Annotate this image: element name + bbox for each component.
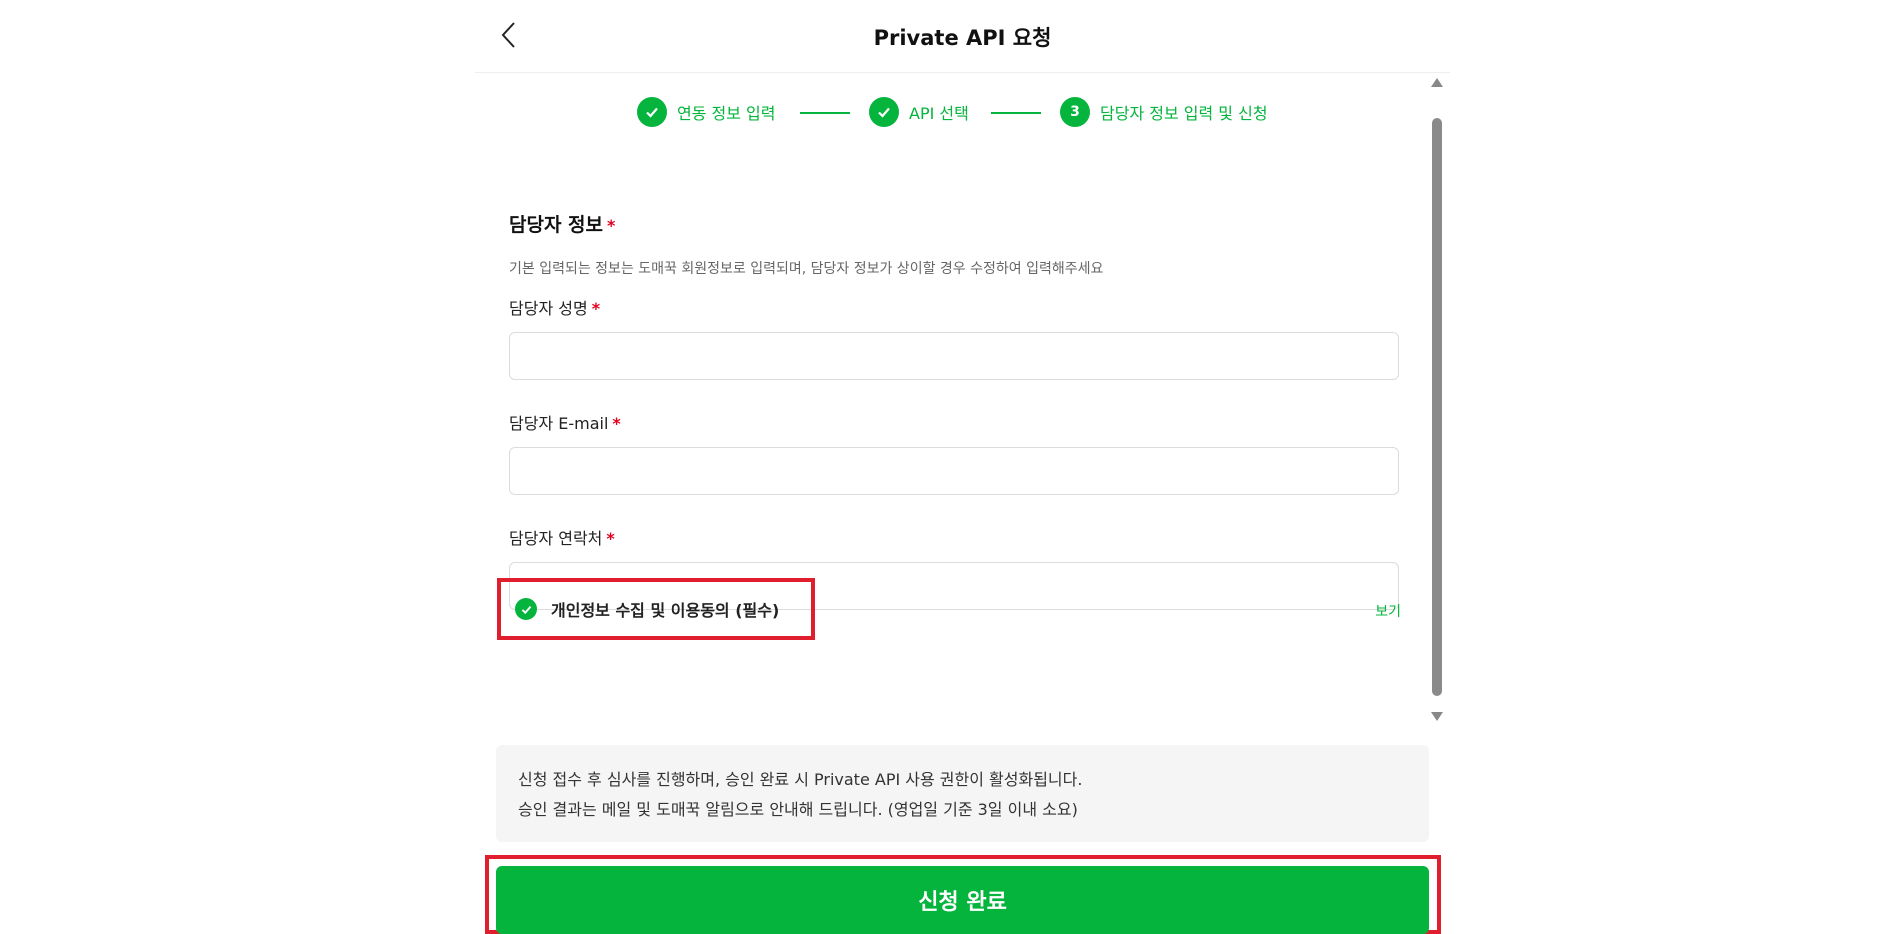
field-label-text: 담당자 E-mail [509, 414, 609, 433]
step-connector [991, 112, 1041, 114]
step-1: 연동 정보 입력 [637, 97, 776, 127]
step-connector [800, 112, 850, 114]
field-label-text: 담당자 성명 [509, 299, 588, 318]
scroll-down-arrow-icon[interactable] [1431, 712, 1443, 721]
check-icon [869, 97, 899, 127]
consent-label: 개인정보 수집 및 이용동의 (필수) [551, 601, 780, 620]
page-title: Private API 요청 [873, 26, 1052, 50]
scroll-thumb[interactable] [1432, 118, 1442, 696]
field-label-text: 담당자 연락처 [509, 529, 603, 548]
view-consent-link[interactable]: 보기 [1375, 601, 1401, 621]
step-label: 연동 정보 입력 [677, 104, 776, 123]
email-input[interactable] [509, 447, 1399, 495]
step-label: API 선택 [909, 104, 969, 123]
step-label: 담당자 정보 입력 및 신청 [1100, 104, 1268, 123]
email-field-label: 담당자 E-mail * [509, 410, 621, 434]
notice-box: 신청 접수 후 심사를 진행하며, 승인 완료 시 Private API 사용… [496, 745, 1429, 842]
check-circle-icon [515, 598, 537, 620]
check-icon [637, 97, 667, 127]
header: Private API 요청 [475, 0, 1450, 73]
submit-button[interactable]: 신청 완료 [496, 866, 1429, 934]
stepper: 연동 정보 입력 API 선택 3 담당자 정보 입력 및 신청 [475, 97, 1450, 127]
privacy-consent-checkbox[interactable]: 개인정보 수집 및 이용동의 (필수) [497, 578, 815, 640]
section-title-text: 담당자 정보 [509, 214, 604, 236]
phone-field-label: 담당자 연락처 * [509, 525, 615, 549]
section-title: 담당자 정보 * [509, 210, 615, 237]
scroll-up-arrow-icon[interactable] [1431, 78, 1443, 87]
step-number-badge: 3 [1060, 97, 1090, 127]
name-input[interactable] [509, 332, 1399, 380]
scrollbar[interactable] [1430, 73, 1444, 723]
step-3: 3 담당자 정보 입력 및 신청 [1060, 97, 1268, 127]
notice-line: 신청 접수 후 심사를 진행하며, 승인 완료 시 Private API 사용… [518, 770, 1083, 789]
required-mark: * [591, 299, 601, 318]
name-field-label: 담당자 성명 * [509, 295, 600, 319]
section-description: 기본 입력되는 정보는 도매꾹 회원정보로 입력되며, 담당자 정보가 상이할 … [509, 261, 1104, 277]
notice-line: 승인 결과는 메일 및 도매꾹 알림으로 안내해 드립니다. (영업일 기준 3… [518, 800, 1078, 819]
request-panel: Private API 요청 연동 정보 입력 API 선택 3 담당자 정보 … [475, 0, 1450, 934]
step-2: API 선택 [869, 97, 969, 127]
required-mark: * [612, 414, 621, 433]
required-mark: * [606, 529, 615, 548]
required-mark: * [607, 216, 616, 235]
